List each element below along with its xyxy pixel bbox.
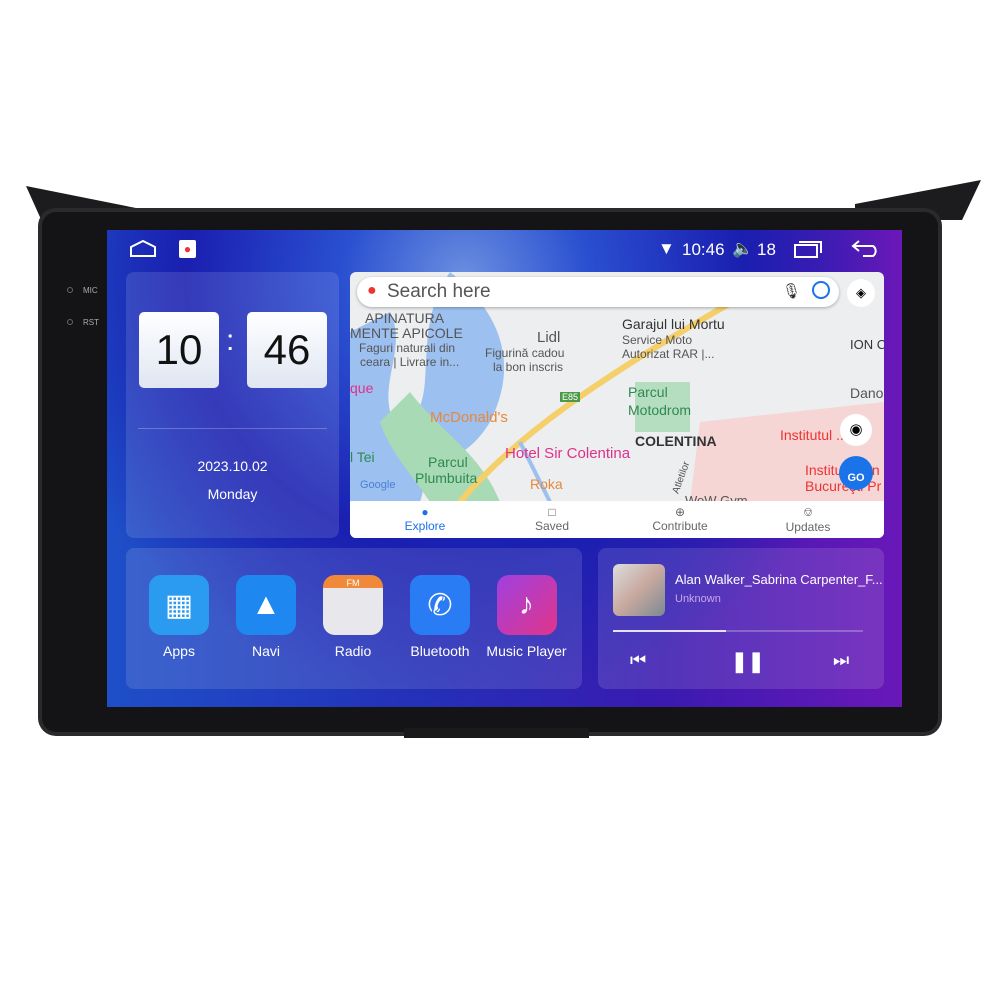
- progress-fill: [613, 630, 726, 632]
- map-label: Figurină cadou: [485, 346, 565, 360]
- weekday: Monday: [207, 486, 258, 502]
- back-icon[interactable]: [851, 238, 881, 258]
- app-label: Navi: [251, 643, 280, 659]
- app-bluetooth[interactable]: ✆ Bluetooth: [400, 575, 480, 659]
- add-circle-icon: ⊕: [674, 505, 686, 519]
- my-location-icon[interactable]: ◉: [840, 414, 872, 446]
- date: 2023.10.02: [197, 458, 268, 474]
- music-note-icon: ♪: [496, 575, 557, 635]
- tab-contribute[interactable]: ⊕ Contribute: [635, 505, 725, 533]
- map-label: Faguri naturali din: [359, 341, 456, 355]
- recents-icon[interactable]: [793, 240, 823, 258]
- clock-minutes: 46: [247, 312, 327, 388]
- rst-label: RST: [83, 318, 99, 327]
- clock-hours: 10: [139, 312, 219, 388]
- map-label: Dano: [850, 385, 884, 401]
- tab-label: Updates: [785, 520, 831, 534]
- search-bar[interactable]: ● Search here 🎙: [357, 277, 839, 307]
- map-label: Hotel Sir Colentina: [505, 445, 631, 462]
- map-label: Plumbuita: [415, 470, 478, 486]
- maps-pin-icon: ●: [367, 282, 377, 299]
- bookmark-icon: □: [548, 505, 556, 519]
- map-label: Parcul: [628, 384, 668, 400]
- map-label: Service Moto: [622, 333, 693, 347]
- home-icon[interactable]: [129, 238, 157, 258]
- map-label: l Tei: [350, 449, 375, 465]
- mic-hole: [67, 287, 73, 293]
- map-label: ceara | Livrare in...: [360, 355, 460, 369]
- volume-icon: 🔈: [732, 239, 754, 258]
- clock-widget[interactable]: 10 : 46 2023.10.02 Monday: [126, 272, 339, 538]
- tab-explore[interactable]: ● Explore: [380, 505, 470, 533]
- bluetooth-phone-icon: ✆: [410, 575, 470, 635]
- status-time: 10:46: [682, 240, 725, 259]
- bell-icon: ⎊: [803, 505, 813, 519]
- map-label: McDonald's: [430, 409, 508, 426]
- tab-saved[interactable]: □ Saved: [507, 505, 597, 533]
- google-logo: Google: [360, 479, 396, 491]
- go-button[interactable]: GO: [839, 456, 873, 490]
- radio-icon: FM: [323, 575, 383, 635]
- road-sign: E85: [560, 392, 581, 403]
- volume-level: 18: [757, 240, 776, 259]
- layers-icon[interactable]: ◈: [847, 279, 875, 307]
- map-label: que: [350, 380, 374, 396]
- map-label: COLENTINA: [635, 433, 717, 449]
- album-art: [613, 564, 665, 616]
- tab-label: Explore: [404, 519, 446, 533]
- track-title: Alan Walker_Sabrina Carpenter_F...: [675, 572, 883, 587]
- tab-updates[interactable]: ⎊ Updates: [763, 505, 853, 534]
- map-label: Roka: [530, 476, 563, 492]
- reset-button[interactable]: [67, 319, 73, 325]
- pause-icon[interactable]: ❚❚: [731, 649, 765, 674]
- maps-widget[interactable]: ● Search here 🎙 ◈ APINATURA MENTE APICOL…: [350, 272, 884, 538]
- app-music-player[interactable]: ♪ Music Player: [479, 575, 574, 659]
- app-label: Music Player: [486, 643, 567, 659]
- wifi-icon: ▼: [658, 239, 675, 258]
- map-label: la bon inscris: [493, 360, 564, 374]
- microphone-icon[interactable]: 🎙: [782, 282, 801, 300]
- map-label: Lidl: [537, 329, 561, 346]
- maps-icon[interactable]: ●: [179, 240, 196, 258]
- app-label: Radio: [334, 643, 372, 659]
- tab-label: Contribute: [652, 519, 708, 533]
- map-label: MENTE APICOLE: [350, 325, 463, 341]
- device-bottom-mount: [404, 728, 589, 738]
- previous-track-icon[interactable]: ⏮: [630, 650, 646, 671]
- explore-icon: ●: [421, 505, 429, 519]
- navigation-icon: ▲: [236, 575, 296, 635]
- search-input[interactable]: Search here: [387, 281, 491, 303]
- apps-icon: ▦: [149, 575, 209, 635]
- map-label: Motodrom: [628, 402, 692, 418]
- app-navi[interactable]: ▲ Navi: [226, 575, 306, 659]
- progress-bar[interactable]: [613, 630, 863, 632]
- music-widget[interactable]: Alan Walker_Sabrina Carpenter_F... Unkno…: [598, 548, 884, 689]
- app-apps[interactable]: ▦ Apps: [139, 575, 219, 659]
- map-label: Parcul: [428, 454, 468, 470]
- mic-label: MIC: [83, 286, 98, 295]
- account-icon[interactable]: [812, 281, 830, 299]
- track-artist: Unknown: [675, 593, 721, 605]
- map-label: Autorizat RAR |...: [622, 347, 715, 361]
- divider: [138, 428, 327, 429]
- app-radio[interactable]: FM Radio: [313, 575, 393, 659]
- screen: ● ▼ 10:46 🔈 18 10 : 46 2023.10.02 Monday…: [107, 230, 902, 707]
- tab-label: Saved: [534, 519, 570, 533]
- fm-badge: FM: [346, 578, 360, 588]
- map-label: ION C: [850, 337, 884, 352]
- app-label: Apps: [163, 643, 195, 659]
- app-label: Bluetooth: [410, 643, 470, 659]
- map-label: Garajul lui Mortu: [622, 316, 725, 332]
- map-label: APINATURA: [365, 310, 445, 326]
- clock-separator: :: [226, 324, 235, 357]
- next-track-icon[interactable]: ⏭: [833, 650, 849, 671]
